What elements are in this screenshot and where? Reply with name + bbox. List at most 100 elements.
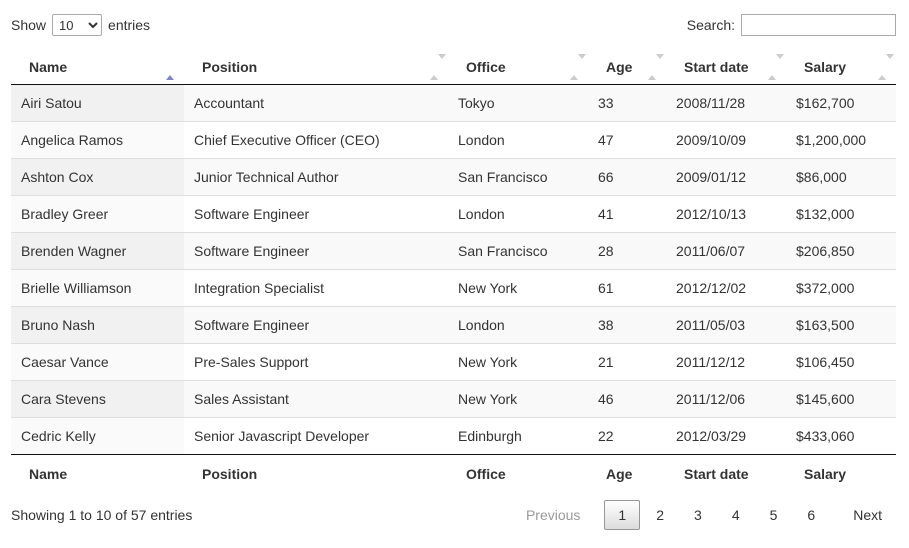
- column-header-age[interactable]: Age: [588, 50, 666, 85]
- column-label: Position: [202, 59, 257, 75]
- cell-office: Edinburgh: [448, 418, 588, 455]
- next-page-button[interactable]: Next: [839, 500, 896, 530]
- cell-age: 46: [588, 381, 666, 418]
- cell-position: Pre-Sales Support: [184, 344, 448, 381]
- column-label: Age: [606, 59, 632, 75]
- cell-age: 66: [588, 159, 666, 196]
- cell-start-date: 2008/11/28: [666, 85, 786, 122]
- cell-office: New York: [448, 344, 588, 381]
- page-button-2[interactable]: 2: [642, 500, 678, 530]
- cell-salary: $1,200,000: [786, 122, 896, 159]
- page-length-select[interactable]: 10: [52, 14, 102, 36]
- cell-name: Caesar Vance: [11, 344, 184, 381]
- cell-age: 21: [588, 344, 666, 381]
- cell-salary: $106,450: [786, 344, 896, 381]
- footer-column-salary: Salary: [786, 455, 896, 492]
- table-footer: Name Position Office Age Start date Sala…: [11, 455, 896, 492]
- cell-position: Integration Specialist: [184, 270, 448, 307]
- cell-office: London: [448, 307, 588, 344]
- search-label: Search:: [687, 17, 735, 33]
- cell-name: Brenden Wagner: [11, 233, 184, 270]
- cell-name: Airi Satou: [11, 85, 184, 122]
- cell-name: Brielle Williamson: [11, 270, 184, 307]
- column-label: Name: [29, 59, 67, 75]
- sort-both-icon: [878, 59, 886, 75]
- cell-start-date: 2012/03/29: [666, 418, 786, 455]
- column-label: Start date: [684, 59, 749, 75]
- cell-name: Cara Stevens: [11, 381, 184, 418]
- cell-office: London: [448, 196, 588, 233]
- cell-position: Sales Assistant: [184, 381, 448, 418]
- cell-start-date: 2009/01/12: [666, 159, 786, 196]
- table-row: Ashton CoxJunior Technical AuthorSan Fra…: [11, 159, 896, 196]
- cell-start-date: 2011/12/06: [666, 381, 786, 418]
- page-button-1[interactable]: 1: [604, 500, 640, 530]
- cell-position: Senior Javascript Developer: [184, 418, 448, 455]
- page-button-3[interactable]: 3: [680, 500, 716, 530]
- column-header-office[interactable]: Office: [448, 50, 588, 85]
- page-button-4[interactable]: 4: [718, 500, 754, 530]
- datatable-wrapper: Show 10 entries Search: Name Position: [0, 0, 909, 530]
- cell-office: New York: [448, 381, 588, 418]
- sort-ascending-icon: [166, 59, 174, 75]
- previous-page-button[interactable]: Previous: [512, 500, 594, 530]
- cell-office: London: [448, 122, 588, 159]
- column-header-name[interactable]: Name: [11, 50, 184, 85]
- table-row: Angelica RamosChief Executive Officer (C…: [11, 122, 896, 159]
- cell-salary: $163,500: [786, 307, 896, 344]
- cell-start-date: 2011/05/03: [666, 307, 786, 344]
- sort-both-icon: [768, 59, 776, 75]
- footer-column-position: Position: [184, 455, 448, 492]
- page-button-6[interactable]: 6: [793, 500, 829, 530]
- table-bottom-bar: Showing 1 to 10 of 57 entries Previous 1…: [11, 500, 896, 530]
- table-row: Brenden WagnerSoftware EngineerSan Franc…: [11, 233, 896, 270]
- table-row: Cedric KellySenior Javascript DeveloperE…: [11, 418, 896, 455]
- cell-age: 33: [588, 85, 666, 122]
- cell-name: Bradley Greer: [11, 196, 184, 233]
- entries-label: entries: [108, 17, 150, 33]
- table-row: Bruno NashSoftware EngineerLondon382011/…: [11, 307, 896, 344]
- column-header-salary[interactable]: Salary: [786, 50, 896, 85]
- search-control: Search:: [687, 14, 896, 36]
- cell-age: 22: [588, 418, 666, 455]
- cell-salary: $206,850: [786, 233, 896, 270]
- cell-start-date: 2011/06/07: [666, 233, 786, 270]
- sort-both-icon: [430, 59, 438, 75]
- cell-age: 41: [588, 196, 666, 233]
- cell-position: Chief Executive Officer (CEO): [184, 122, 448, 159]
- table-row: Airi SatouAccountantTokyo332008/11/28$16…: [11, 85, 896, 122]
- cell-position: Junior Technical Author: [184, 159, 448, 196]
- cell-salary: $372,000: [786, 270, 896, 307]
- column-header-position[interactable]: Position: [184, 50, 448, 85]
- footer-column-name: Name: [11, 455, 184, 492]
- table-body: Airi SatouAccountantTokyo332008/11/28$16…: [11, 85, 896, 455]
- table-row: Brielle WilliamsonIntegration Specialist…: [11, 270, 896, 307]
- pagination: Previous 123456 Next: [510, 500, 896, 530]
- cell-salary: $162,700: [786, 85, 896, 122]
- cell-age: 61: [588, 270, 666, 307]
- table-controls: Show 10 entries Search:: [11, 10, 896, 40]
- column-header-start-date[interactable]: Start date: [666, 50, 786, 85]
- cell-position: Software Engineer: [184, 233, 448, 270]
- show-label: Show: [11, 17, 46, 33]
- cell-position: Software Engineer: [184, 196, 448, 233]
- cell-name: Angelica Ramos: [11, 122, 184, 159]
- sort-both-icon: [648, 59, 656, 75]
- cell-start-date: 2011/12/12: [666, 344, 786, 381]
- table-row: Caesar VancePre-Sales SupportNew York212…: [11, 344, 896, 381]
- cell-start-date: 2012/10/13: [666, 196, 786, 233]
- footer-column-start-date: Start date: [666, 455, 786, 492]
- column-label: Office: [466, 59, 506, 75]
- footer-column-office: Office: [448, 455, 588, 492]
- page-button-5[interactable]: 5: [756, 500, 792, 530]
- cell-name: Cedric Kelly: [11, 418, 184, 455]
- cell-age: 28: [588, 233, 666, 270]
- cell-office: San Francisco: [448, 159, 588, 196]
- cell-name: Ashton Cox: [11, 159, 184, 196]
- cell-position: Accountant: [184, 85, 448, 122]
- pagination-pages: 123456: [602, 500, 829, 530]
- cell-name: Bruno Nash: [11, 307, 184, 344]
- cell-salary: $145,600: [786, 381, 896, 418]
- cell-start-date: 2012/12/02: [666, 270, 786, 307]
- search-input[interactable]: [741, 14, 896, 36]
